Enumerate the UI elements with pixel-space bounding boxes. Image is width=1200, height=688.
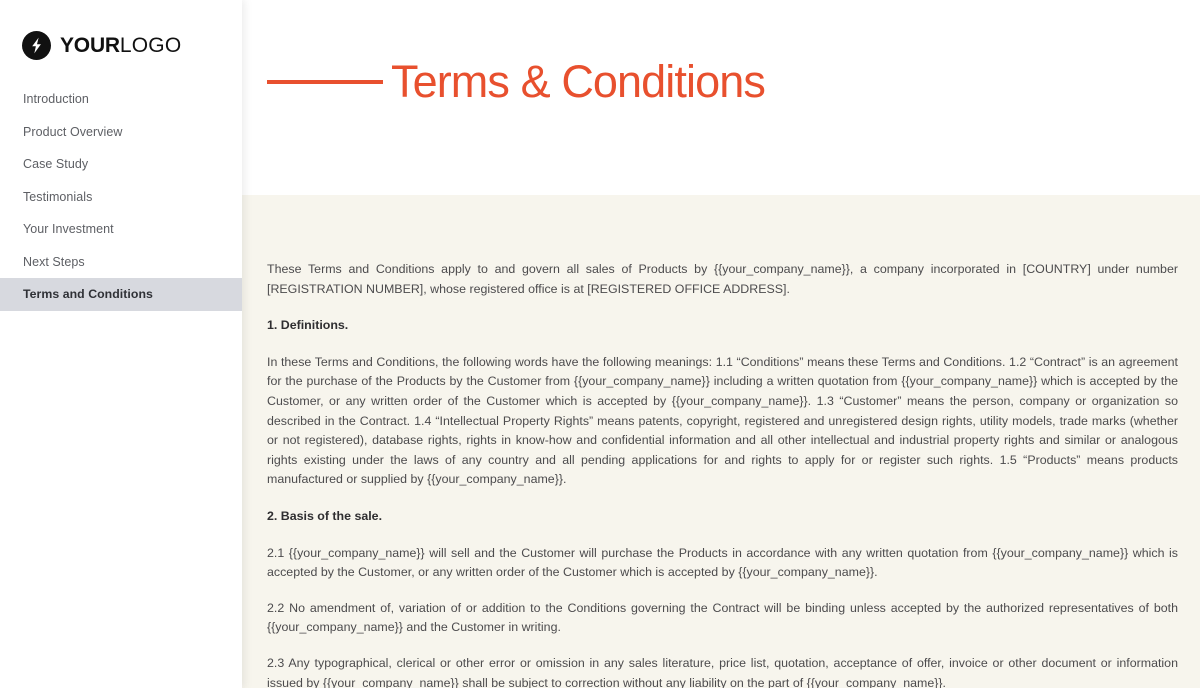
sidebar-item-label: Your Investment — [23, 222, 114, 237]
logo-wordmark: YOURLOGO — [60, 35, 181, 56]
sidebar-item-next-steps[interactable]: Next Steps — [0, 246, 242, 279]
page-header: Terms & Conditions — [242, 0, 1200, 195]
sidebar-item-product-overview[interactable]: Product Overview — [0, 116, 242, 149]
section-heading-definitions: 1. Definitions. — [267, 318, 349, 333]
lightning-bolt-icon — [22, 30, 51, 60]
document-text-column: These Terms and Conditions apply to and … — [267, 260, 1178, 688]
section-heading-basis-of-sale: 2. Basis of the sale. — [267, 508, 383, 523]
paragraph-2-1: 2.1 {{your_company_name}} will sell and … — [267, 545, 1178, 580]
title-accent-rule-icon — [267, 79, 383, 84]
sidebar-item-label: Terms and Conditions — [23, 287, 153, 302]
sidebar-item-label: Next Steps — [23, 254, 85, 269]
document-viewer: YOURLOGO Introduction Product Overview C… — [0, 0, 1200, 688]
sidebar-item-terms-and-conditions[interactable]: Terms and Conditions — [0, 278, 242, 311]
paragraph-2-2: 2.2 No amendment of, variation of or add… — [267, 600, 1178, 635]
paragraph-2-3: 2.3 Any typographical, clerical or other… — [267, 655, 1178, 688]
nav-list: Introduction Product Overview Case Study… — [0, 83, 242, 311]
main-content: Terms & Conditions These Terms and Condi… — [242, 0, 1200, 688]
paragraph-intro: These Terms and Conditions apply to and … — [267, 262, 1178, 296]
brand-logo[interactable]: YOURLOGO — [0, 0, 242, 62]
sidebar-item-your-investment[interactable]: Your Investment — [0, 213, 242, 246]
sidebar-item-label: Introduction — [23, 92, 89, 107]
logo-bold-text: YOUR — [60, 33, 120, 57]
sidebar-item-testimonials[interactable]: Testimonials — [0, 181, 242, 214]
sidebar-item-label: Product Overview — [23, 124, 123, 139]
sidebar-navigation: YOURLOGO Introduction Product Overview C… — [0, 0, 242, 688]
sidebar-item-case-study[interactable]: Case Study — [0, 148, 242, 181]
sidebar-item-label: Case Study — [23, 157, 89, 172]
title-row: Terms & Conditions — [267, 56, 766, 107]
page-title: Terms & Conditions — [391, 56, 766, 107]
logo-light-text: LOGO — [119, 33, 182, 57]
document-body: These Terms and Conditions apply to and … — [242, 195, 1200, 688]
sidebar-item-introduction[interactable]: Introduction — [0, 83, 242, 116]
paragraph-definitions: In these Terms and Conditions, the follo… — [267, 354, 1178, 487]
sidebar-item-label: Testimonials — [23, 189, 93, 204]
